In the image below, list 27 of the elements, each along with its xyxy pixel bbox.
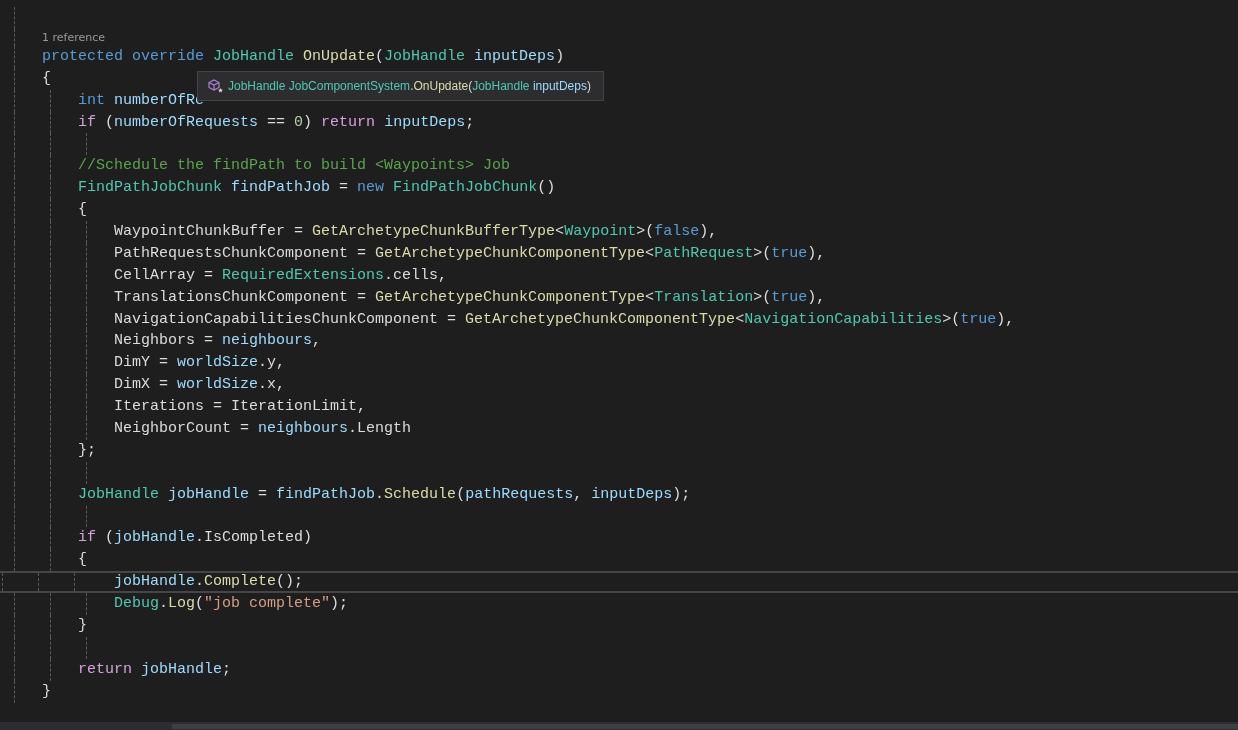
code-line: { xyxy=(6,549,1238,572)
code-line: DimX = worldSize.x, xyxy=(6,374,1238,397)
code-line: jobHandle.Complete(); xyxy=(0,571,1238,594)
cube-icon xyxy=(208,79,224,93)
code-line: TranslationsChunkComponent = GetArchetypeChunkComponentType<Translation>(true), xyxy=(6,286,1238,309)
code-line: return jobHandle; xyxy=(6,658,1238,681)
code-line: NeighborCount = neighbours.Length xyxy=(6,418,1238,440)
code-line: CellArray = RequiredExtensions.cells, xyxy=(6,264,1238,287)
code-line: Neighbors = neighbours, xyxy=(6,330,1238,353)
code-line: } xyxy=(6,615,1238,637)
code-line: protected override JobHandle OnUpdate(JobHandle inputDeps) xyxy=(6,45,1238,68)
code-line: FindPathJobChunk findPathJob = new FindPathJobChunk() xyxy=(6,177,1238,200)
code-line: { xyxy=(6,199,1238,221)
code-line: WaypointChunkBuffer = GetArchetypeChunkBufferType<Waypoint>(false), xyxy=(6,221,1238,243)
code-line: if (jobHandle.IsCompleted) xyxy=(6,527,1238,550)
code-line: //Schedule the findPath to build <Waypoints> Job xyxy=(6,155,1238,178)
code-line: JobHandle jobHandle = findPathJob.Schedule(pathRequests, inputDeps); xyxy=(6,483,1238,506)
code-line: Iterations = IterationLimit, xyxy=(6,396,1238,419)
code-line: Debug.Log("job complete"); xyxy=(6,593,1238,616)
reference-count-link[interactable]: 1 reference xyxy=(42,30,106,44)
code-line: } xyxy=(6,680,1238,703)
code-line: NavigationCapabilitiesChunkComponent = GetArchetypeChunkComponentType<NavigationCapabilities>(true), xyxy=(6,308,1238,331)
code-line: PathRequestsChunkComponent = GetArchetypeChunkComponentType<PathRequest>(true), xyxy=(6,242,1238,265)
code-line: DimY = worldSize.y, xyxy=(6,352,1238,375)
horizontal-scrollbar[interactable] xyxy=(172,723,1238,729)
code-line: }; xyxy=(6,439,1238,462)
code-line: if (numberOfRequests == 0) return inputDeps; xyxy=(6,111,1238,134)
